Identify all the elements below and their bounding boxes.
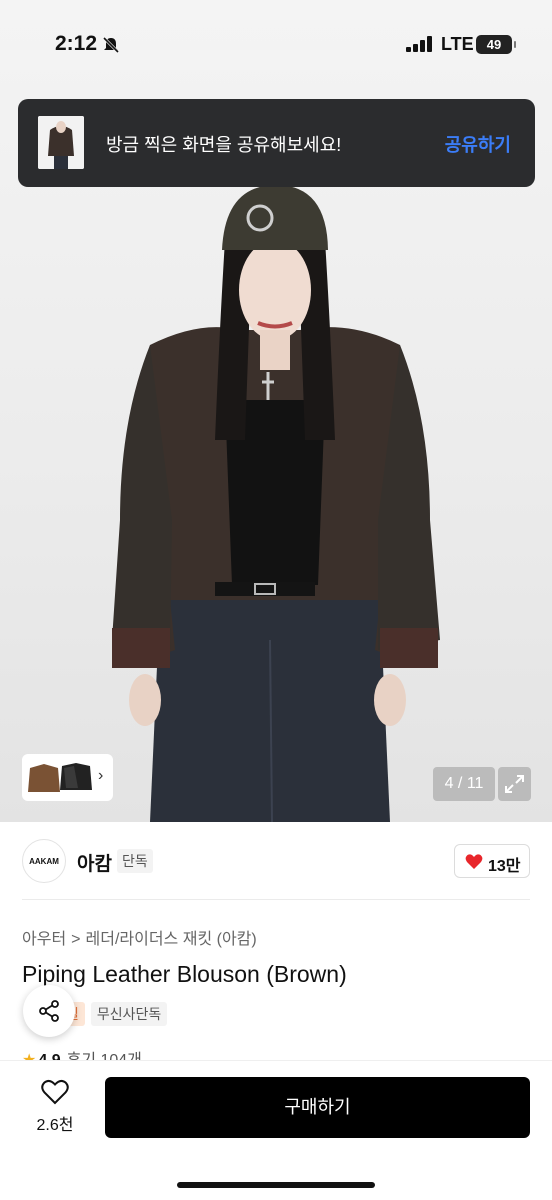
heart-icon [465,854,483,869]
image-counter: 4 / 11 [433,767,495,801]
wishlist-button[interactable]: 2.6천 [30,1079,80,1135]
product-badges: 일무신사단독 [60,1002,173,1026]
brand-name[interactable]: 아캄 [77,849,112,876]
brand-like-button[interactable]: 13만 [454,844,530,878]
bell-mute-icon [102,36,120,54]
heart-outline-icon [41,1079,69,1105]
star-icon: ★ [22,1052,36,1060]
buy-button[interactable]: 구매하기 [105,1077,530,1138]
variant-thumbnail [28,763,92,792]
share-icon [39,1000,59,1022]
chevron-right-icon: › [98,767,104,784]
screenshot-thumbnail[interactable] [38,116,84,169]
battery-icon: 49 [476,35,516,54]
bottom-action-bar: 2.6천 구매하기 [0,1060,552,1200]
status-bar: 2:12 LTE 49 [0,0,552,90]
product-rating[interactable]: ★4.9 후기 104개 [22,1046,142,1060]
badge-exclusive: 무신사단독 [90,1002,168,1026]
status-time: 2:12 [55,32,98,55]
toast-message: 방금 찍은 화면을 공유해보세요! [106,135,342,155]
network-type: LTE [441,34,474,54]
breadcrumb-item-category[interactable]: 아우터 [22,925,66,949]
brand-logo[interactable]: AAKAM [22,839,66,883]
expand-icon [505,775,524,793]
share-toast: 방금 찍은 화면을 공유해보세요! 공유하기 [18,99,535,187]
exclusive-tag: 단독 [117,849,153,873]
divider [22,899,530,900]
breadcrumb: 아우터 > 레더/라이더스 재킷 (아캄) [22,925,257,949]
breadcrumb-separator: > [71,931,81,948]
home-indicator[interactable] [177,1182,375,1188]
rating-score: 4.9 [38,1052,60,1060]
expand-button[interactable] [498,767,531,801]
share-action-button[interactable]: 공유하기 [445,131,511,157]
review-count: 후기 104개 [67,1052,142,1060]
product-title: Piping Leather Blouson (Brown) [22,961,347,987]
product-image-gallery[interactable]: 2:12 LTE 49 방금 찍은 화면을 공유해보세요! 공유하기 › 4 /… [0,0,552,822]
wish-count: 2.6천 [36,1117,74,1134]
breadcrumb-item-subcategory[interactable]: 레더/라이더스 재킷 (아캄) [86,925,257,949]
share-button[interactable] [23,985,75,1037]
signal-icon [406,36,432,52]
color-variant-thumbnails[interactable]: › [22,754,113,801]
like-count: 13만 [488,858,521,875]
